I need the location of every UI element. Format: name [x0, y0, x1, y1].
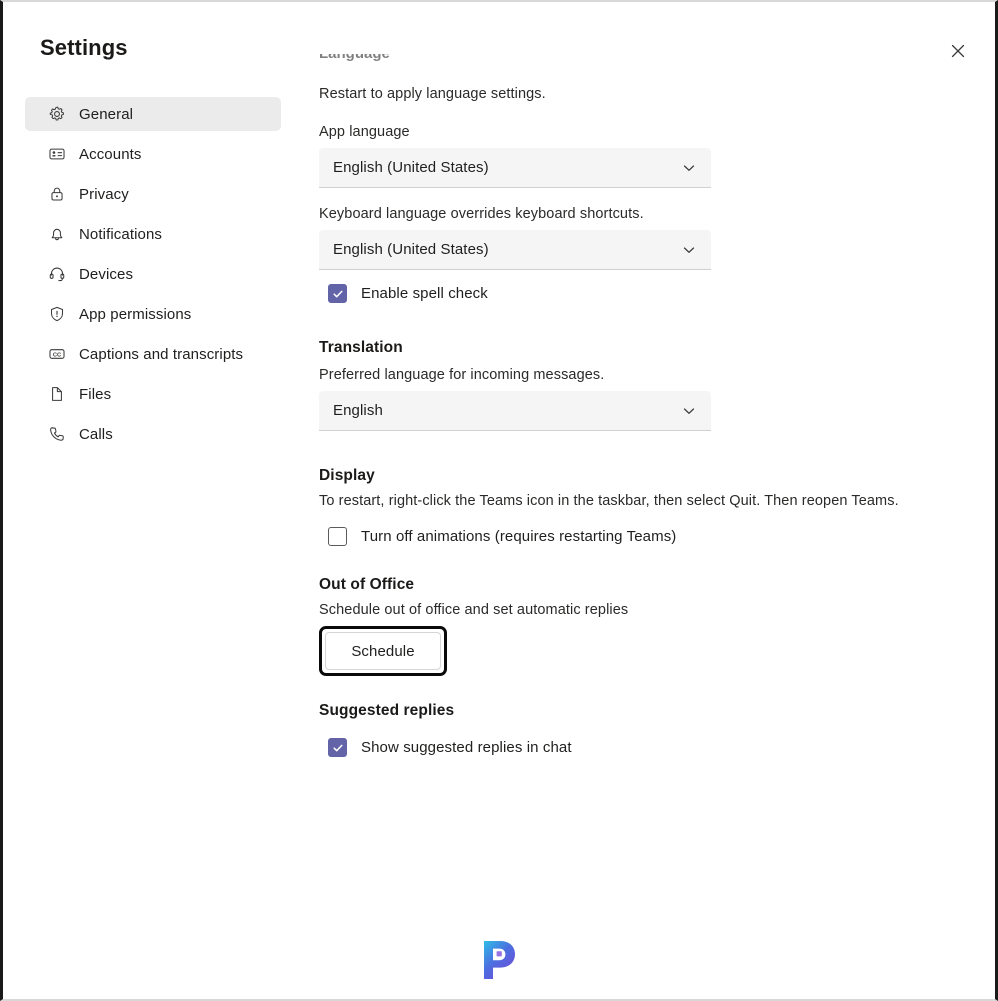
footer-logo	[3, 937, 995, 983]
sidebar-item-label: Privacy	[79, 185, 129, 203]
translation-language-value: English	[333, 402, 383, 419]
restart-language-hint: Restart to apply language settings.	[319, 86, 546, 102]
close-button[interactable]	[942, 35, 974, 67]
sidebar-item-label: Captions and transcripts	[79, 345, 244, 363]
bell-icon	[47, 224, 67, 244]
sidebar-item-captions-and-transcripts[interactable]: CC Captions and transcripts	[25, 337, 281, 371]
turn-off-animations-checkbox[interactable]	[328, 527, 347, 546]
sidebar-item-label: Notifications	[79, 225, 163, 243]
lock-icon	[47, 184, 67, 204]
sidebar-item-label: App permissions	[79, 305, 192, 323]
sidebar-item-label: Accounts	[79, 145, 142, 163]
sidebar-item-calls[interactable]: Calls	[25, 417, 281, 451]
sidebar-item-files[interactable]: Files	[25, 377, 281, 411]
enable-spell-check-checkbox[interactable]	[328, 284, 347, 303]
show-suggested-replies-row[interactable]: Show suggested replies in chat	[319, 738, 975, 757]
display-hint: To restart, right-click the Teams icon i…	[319, 493, 899, 509]
gear-icon	[47, 104, 67, 124]
keyboard-language-hint: Keyboard language overrides keyboard sho…	[319, 206, 644, 222]
close-icon	[950, 43, 966, 59]
chevron-down-icon	[681, 160, 697, 176]
language-section-heading-clipped: Language	[319, 54, 390, 70]
translation-heading: Translation	[319, 339, 403, 356]
out-of-office-heading: Out of Office	[319, 576, 415, 593]
show-suggested-replies-label: Show suggested replies in chat	[361, 739, 572, 756]
file-icon	[47, 384, 67, 404]
sidebar-item-privacy[interactable]: Privacy	[25, 177, 281, 211]
phone-icon	[47, 424, 67, 444]
app-language-label: App language	[319, 124, 410, 140]
page-title: Settings	[40, 35, 128, 60]
app-language-dropdown[interactable]: English (United States)	[319, 148, 711, 188]
chevron-down-icon	[681, 242, 697, 258]
sidebar-item-label: Devices	[79, 265, 134, 283]
sidebar-item-label: Files	[79, 385, 112, 403]
settings-sidebar: General Accounts Privacy Notifications D…	[25, 97, 281, 457]
sidebar-item-app-permissions[interactable]: App permissions	[25, 297, 281, 331]
enable-spell-check-row[interactable]: Enable spell check	[319, 284, 975, 303]
id-card-icon	[47, 144, 67, 164]
settings-window: Settings General Accounts Privacy Notifi…	[0, 0, 998, 1001]
translation-language-dropdown[interactable]: English	[319, 391, 711, 431]
app-language-value: English (United States)	[333, 159, 489, 176]
p-logo-icon	[477, 937, 521, 983]
schedule-button[interactable]: Schedule	[325, 632, 441, 670]
out-of-office-hint: Schedule out of office and set automatic…	[319, 602, 629, 618]
sidebar-item-general[interactable]: General	[25, 97, 281, 131]
sidebar-item-notifications[interactable]: Notifications	[25, 217, 281, 251]
cc-icon: CC	[47, 344, 67, 364]
shield-icon	[47, 304, 67, 324]
sidebar-item-label: General	[79, 105, 134, 123]
keyboard-language-dropdown[interactable]: English (United States)	[319, 230, 711, 270]
sidebar-item-accounts[interactable]: Accounts	[25, 137, 281, 171]
enable-spell-check-label: Enable spell check	[361, 285, 488, 302]
svg-text:CC: CC	[53, 353, 61, 359]
translation-hint: Preferred language for incoming messages…	[319, 367, 605, 383]
headset-icon	[47, 264, 67, 284]
sidebar-item-devices[interactable]: Devices	[25, 257, 281, 291]
settings-content-panel: Language Restart to apply language setti…	[319, 54, 975, 999]
show-suggested-replies-checkbox[interactable]	[328, 738, 347, 757]
sidebar-item-label: Calls	[79, 425, 113, 443]
display-heading: Display	[319, 467, 375, 484]
turn-off-animations-row[interactable]: Turn off animations (requires restarting…	[319, 527, 975, 546]
suggested-replies-heading: Suggested replies	[319, 702, 455, 719]
turn-off-animations-label: Turn off animations (requires restarting…	[361, 528, 677, 545]
chevron-down-icon	[681, 403, 697, 419]
keyboard-language-value: English (United States)	[333, 241, 489, 258]
schedule-button-focus-ring: Schedule	[319, 626, 447, 676]
